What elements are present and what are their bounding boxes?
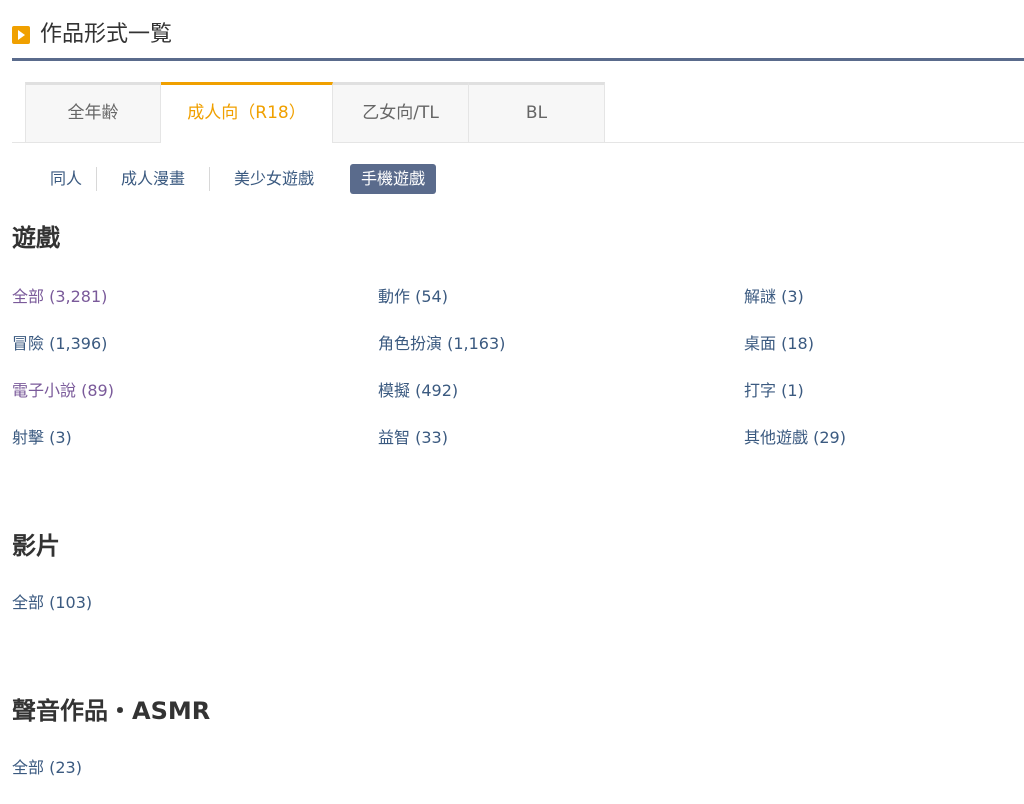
tab-all-ages[interactable]: 全年齢: [25, 82, 161, 142]
tab-adult-r18-label: 成人向（R18）: [187, 103, 306, 123]
category-link[interactable]: 解謎 (3): [744, 283, 804, 307]
video-category-grid: 全部 (103): [12, 589, 1024, 613]
subnav-mobile-games[interactable]: 手機遊戲: [350, 164, 437, 194]
category-subnav: 同人 成人漫畫 美少女遊戲 手機遊戲: [36, 163, 437, 195]
subnav-bishoujo-games[interactable]: 美少女遊戲: [210, 167, 338, 191]
category-link[interactable]: 其他遊戲 (29): [744, 424, 846, 448]
category-link[interactable]: 模擬 (492): [378, 377, 458, 401]
subnav-doujin[interactable]: 同人: [36, 167, 98, 191]
section-title-voice-asmr: 聲音作品・ASMR: [12, 697, 211, 725]
category-link[interactable]: 全部 (103): [12, 589, 92, 613]
category-link[interactable]: 電子小說 (89): [12, 377, 114, 401]
tab-bl[interactable]: BL: [469, 82, 605, 142]
tab-adult-r18[interactable]: 成人向（R18）: [161, 82, 333, 143]
subnav-adult-comics[interactable]: 成人漫畫: [97, 167, 211, 191]
page: 作品形式一覧 全年齢 成人向（R18） 乙女向/TL BL 同人 成人漫畫 美少…: [0, 0, 1024, 804]
play-icon: [12, 26, 30, 44]
category-link[interactable]: 桌面 (18): [744, 330, 814, 354]
page-title: 作品形式一覧: [40, 22, 173, 47]
games-category-grid: 全部 (3,281) 動作 (54) 解謎 (3) 冒險 (1,396) 角色扮…: [12, 283, 1024, 453]
category-link[interactable]: 全部 (3,281): [12, 283, 107, 307]
category-link[interactable]: 益智 (33): [378, 424, 448, 448]
age-rating-tabs: 全年齢 成人向（R18） 乙女向/TL BL: [12, 82, 1024, 143]
section-title-games: 遊戲: [12, 224, 60, 252]
category-link[interactable]: 全部 (23): [12, 754, 82, 778]
voice-category-grid: 全部 (23): [12, 754, 1024, 778]
tab-otome-tl[interactable]: 乙女向/TL: [333, 82, 469, 142]
page-header: 作品形式一覧: [12, 20, 1024, 61]
category-link[interactable]: 射擊 (3): [12, 424, 72, 448]
category-link[interactable]: 動作 (54): [378, 283, 448, 307]
section-title-video: 影片: [12, 532, 60, 560]
category-link[interactable]: 角色扮演 (1,163): [378, 330, 505, 354]
category-link[interactable]: 打字 (1): [744, 377, 804, 401]
category-link[interactable]: 冒險 (1,396): [12, 330, 107, 354]
